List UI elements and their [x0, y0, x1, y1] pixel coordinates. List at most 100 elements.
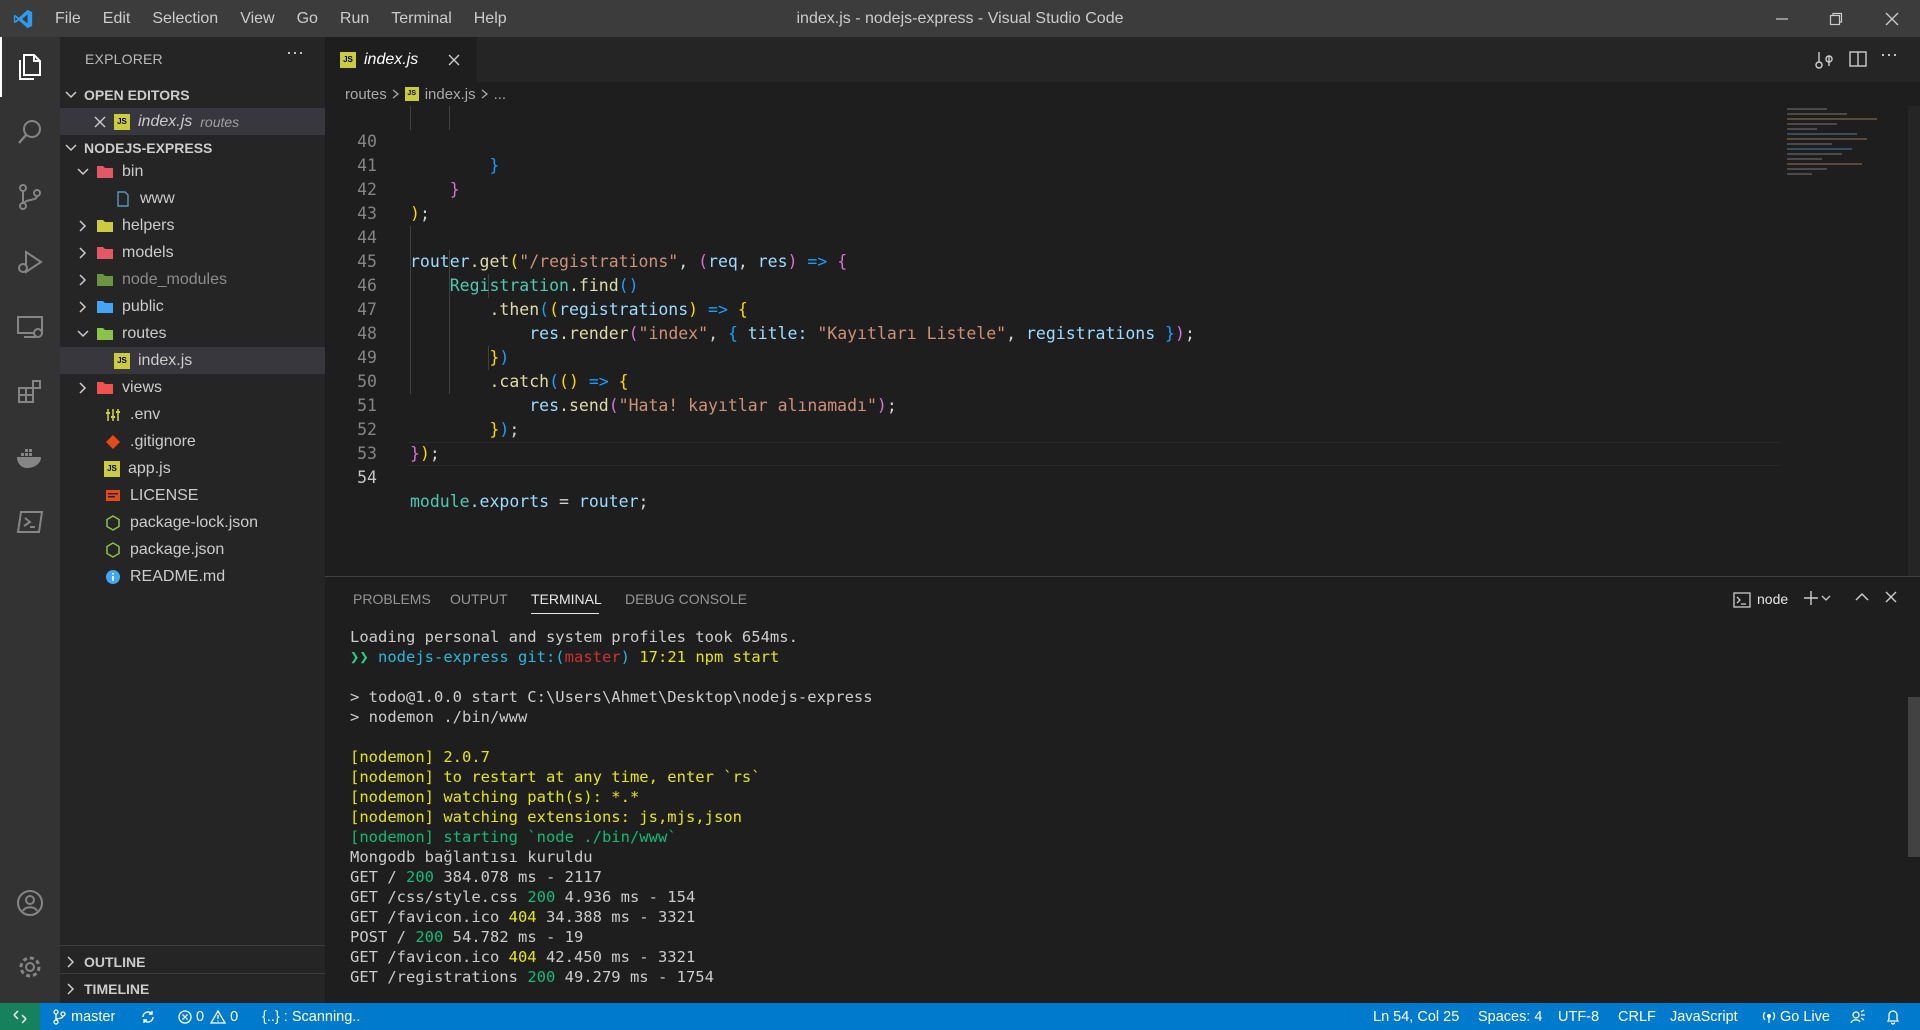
tab-index-js[interactable]: JS index.js [325, 37, 477, 82]
tab-problems[interactable]: PROBLEMS [353, 591, 431, 607]
source-control-button[interactable] [0, 167, 60, 227]
eol-status[interactable]: CRLF [1618, 1003, 1656, 1030]
chevron-up-icon[interactable] [1855, 592, 1869, 602]
language-mode[interactable]: JavaScript [1670, 1003, 1738, 1030]
cursor-position[interactable]: Ln 54, Col 25 [1373, 1003, 1459, 1030]
tree-folder-node-modules[interactable]: node_modules [60, 266, 325, 293]
menu-run[interactable]: Run [329, 10, 380, 28]
editor-scrollbar[interactable] [1908, 106, 1920, 576]
minimize-button[interactable] [1754, 0, 1810, 37]
restore-button[interactable] [1808, 0, 1864, 37]
tree-folder-views[interactable]: views [60, 374, 325, 401]
tree-file-www[interactable]: www [60, 185, 325, 212]
notifications-button[interactable] [1886, 1003, 1900, 1030]
account-icon [17, 890, 43, 916]
more-actions-icon[interactable]: ⋯ [286, 43, 304, 64]
close-icon[interactable] [94, 116, 106, 128]
timing: 384.078 ms - 2117 [434, 868, 602, 886]
problems-status[interactable]: 0 0 [178, 1003, 238, 1030]
tree-folder-bin[interactable]: bin [60, 158, 325, 185]
tree-folder-models[interactable]: models [60, 239, 325, 266]
remote-indicator[interactable] [0, 1003, 40, 1030]
timing: 42.450 ms - 3321 [536, 948, 696, 966]
tab-debug-console[interactable]: DEBUG CONSOLE [625, 591, 747, 607]
powershell-button[interactable] [0, 492, 60, 552]
js-file-icon: JS [114, 352, 130, 369]
run-debug-button[interactable] [0, 232, 60, 292]
open-editor-name: index.js [138, 112, 193, 130]
indentation-status[interactable]: Spaces: 4 [1478, 1003, 1543, 1030]
add-icon[interactable] [1803, 590, 1819, 606]
sync-button[interactable] [140, 1003, 156, 1030]
terminal-line: GET / 200 384.078 ms - 2117 [350, 867, 602, 887]
tree-file-package-json[interactable]: package.json [60, 536, 325, 563]
tree-file-gitignore[interactable]: .gitignore [60, 428, 325, 455]
code-line: 40 } [325, 106, 1780, 175]
feedback-icon [1850, 1008, 1865, 1023]
menu-help[interactable]: Help [463, 10, 518, 28]
tab-output[interactable]: OUTPUT [450, 591, 508, 607]
prompt-dir: nodejs-express [378, 648, 518, 666]
nodejs-icon [106, 541, 120, 558]
breadcrumb-symbol[interactable]: ... [494, 86, 507, 103]
more-actions-icon[interactable]: ⋯ [1880, 45, 1898, 66]
outline-section[interactable]: OUTLINE [60, 949, 325, 975]
branch-status[interactable]: master [52, 1003, 115, 1030]
chevron-right-icon [79, 246, 87, 259]
remote-explorer-button[interactable] [0, 297, 60, 357]
license-icon [106, 489, 120, 501]
prompt-branch: master [564, 648, 621, 666]
docker-button[interactable] [0, 427, 60, 487]
explorer-button[interactable] [0, 37, 60, 97]
open-changes-icon[interactable] [1815, 49, 1835, 69]
open-editors-section[interactable]: OPEN EDITORS [60, 82, 325, 108]
encoding-status[interactable]: UTF-8 [1558, 1003, 1599, 1030]
tree-folder-routes[interactable]: routes [60, 320, 325, 347]
manage-button[interactable] [0, 937, 60, 997]
open-editor-folder: routes [200, 113, 240, 130]
terminal-line: Mongodb bağlantısı kuruldu [350, 848, 593, 866]
tree-folder-public[interactable]: public [60, 293, 325, 320]
terminal-line: ❯❯ nodejs-express git:(master) 17:21 npm… [350, 647, 779, 667]
search-button[interactable] [0, 102, 60, 162]
tree-label: public [122, 297, 164, 315]
folder-open-icon [97, 165, 113, 178]
tree-file-readme[interactable]: README.md [60, 563, 325, 590]
feedback-button[interactable] [1850, 1003, 1866, 1030]
split-editor-icon[interactable] [1848, 49, 1868, 69]
close-icon[interactable] [1885, 591, 1897, 603]
tree-folder-helpers[interactable]: helpers [60, 212, 325, 239]
menu-selection[interactable]: Selection [141, 10, 229, 28]
scanning-status[interactable]: {..} : Scanning.. [262, 1003, 360, 1030]
tree-file-license[interactable]: LICENSE [60, 482, 325, 509]
source-control-icon [19, 184, 41, 210]
close-icon[interactable] [448, 54, 460, 66]
accounts-button[interactable] [0, 873, 60, 933]
menu-terminal[interactable]: Terminal [380, 10, 462, 28]
tab-terminal[interactable]: TERMINAL [531, 591, 602, 607]
explorer-sidebar: EXPLORER ⋯ OPEN EDITORS JS index.js rout… [60, 37, 325, 1003]
tree-file-env[interactable]: .env [60, 401, 325, 428]
tree-label: node_modules [122, 270, 227, 288]
terminal-selector[interactable]: node [1757, 591, 1788, 607]
open-editor-item[interactable]: JS index.js routes [60, 108, 325, 135]
menu-edit[interactable]: Edit [92, 10, 142, 28]
breadcrumb-file[interactable]: index.js [425, 86, 476, 103]
close-window-button[interactable] [1864, 0, 1920, 37]
code-editor[interactable]: 40 } 41 } 42 ); 43 44 router.get("/regis… [325, 106, 1920, 576]
tree-file-index-js[interactable]: JS index.js [60, 347, 325, 374]
terminal-scrollbar[interactable] [1908, 697, 1920, 857]
menu-view[interactable]: View [229, 10, 285, 28]
timeline-section[interactable]: TIMELINE [60, 976, 325, 1002]
chevron-down-icon[interactable] [1821, 594, 1831, 602]
tree-file-package-lock[interactable]: package-lock.json [60, 509, 325, 536]
go-live-button[interactable]: Go Live [1762, 1003, 1830, 1030]
terminal-line: [nodemon] to restart at any time, enter … [350, 768, 761, 786]
terminal-output[interactable]: Loading personal and system profiles too… [325, 625, 1915, 1004]
menu-file[interactable]: File [44, 10, 92, 28]
minimap[interactable] [1787, 106, 1907, 226]
menu-go[interactable]: Go [286, 10, 329, 28]
tree-file-app-js[interactable]: JS app.js [60, 455, 325, 482]
extensions-button[interactable] [0, 362, 60, 422]
breadcrumb-folder[interactable]: routes [345, 86, 387, 103]
